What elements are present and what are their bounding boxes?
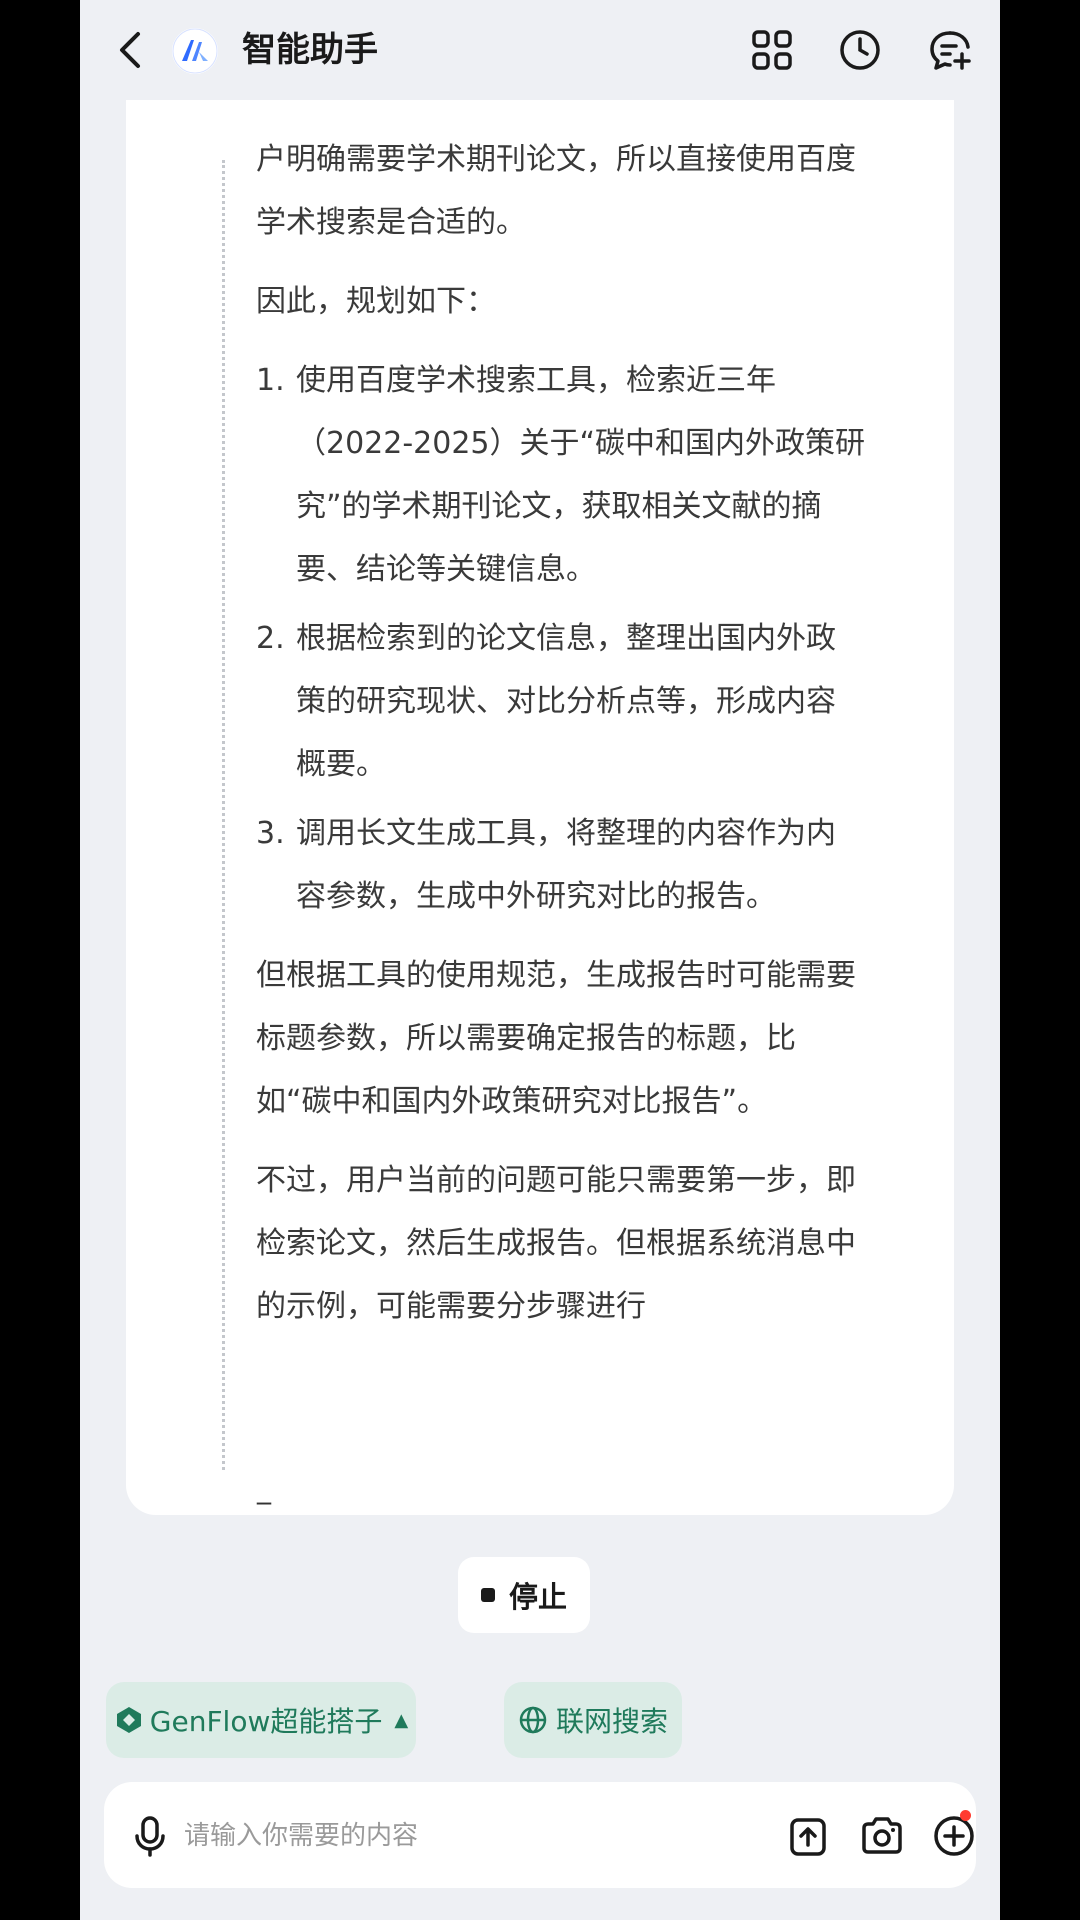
step-line: 策的研究现状、对比分析点等，形成内容 <box>296 684 836 719</box>
page-title: 智能助手 <box>242 30 378 70</box>
step-line: 概要。 <box>296 747 386 782</box>
list-item: 1. 使用百度学术搜索工具，检索近三年 （2022-2025）关于“碳中和国内外… <box>256 349 1000 601</box>
app-screen: 户明确需要学术期刊论文，所以直接使用百度 学术搜索是合适的。 因此，规划如下： … <box>80 0 1000 1920</box>
genflow-icon <box>116 1707 141 1733</box>
plan-heading: 因此，规划如下： <box>256 284 496 319</box>
genflow-chip[interactable]: GenFlow超能搭子 ▲ <box>106 1682 416 1758</box>
voice-input-button[interactable] <box>126 1812 174 1860</box>
history-clock-icon <box>840 30 880 70</box>
genflow-label: GenFlow超能搭子 <box>149 1705 383 1738</box>
para3-line: 不过，用户当前的问题可能只需要第一步，即 <box>256 1163 856 1198</box>
microphone-icon <box>135 1816 165 1857</box>
caret-up-icon: ▲ <box>394 1709 409 1731</box>
para3-line: 检索论文，然后生成报告。但根据系统消息中 <box>256 1226 856 1261</box>
apps-grid-icon <box>752 30 792 70</box>
stop-button[interactable]: 停止 <box>458 1557 590 1633</box>
thinking-thread-line <box>222 160 225 1470</box>
history-button[interactable] <box>836 26 884 74</box>
para3-line: 的示例，可能需要分步骤进行 <box>256 1289 646 1324</box>
new-chat-button[interactable] <box>926 26 974 74</box>
new-chat-icon <box>930 31 971 70</box>
intro-line: 户明确需要学术期刊论文，所以直接使用百度 <box>256 142 856 177</box>
apps-button[interactable] <box>748 26 796 74</box>
intro-line: 学术搜索是合适的。 <box>256 205 526 240</box>
para2-line: 但根据工具的使用规范，生成报告时可能需要 <box>256 958 856 993</box>
assistant-message-card: 户明确需要学术期刊论文，所以直接使用百度 学术搜索是合适的。 因此，规划如下： … <box>126 60 954 1515</box>
step-number: 1. <box>256 363 285 398</box>
web-search-chip[interactable]: 联网搜索 <box>504 1682 682 1758</box>
camera-icon <box>862 1817 902 1854</box>
more-button[interactable] <box>930 1812 978 1860</box>
stop-label: 停止 <box>508 1580 567 1614</box>
step-line: 究”的学术期刊论文，获取相关文献的摘 <box>296 489 822 524</box>
step-line: 调用长文生成工具，将整理的内容作为内 <box>296 816 836 851</box>
step-number: 2. <box>256 621 285 656</box>
step-line: 要、结论等关键信息。 <box>296 552 596 587</box>
back-icon <box>120 32 140 68</box>
assistant-logo-icon <box>172 28 218 74</box>
top-bar: 智能助手 <box>80 0 1000 100</box>
plan-steps: 1. 使用百度学术搜索工具，检索近三年 （2022-2025）关于“碳中和国内外… <box>256 349 1000 928</box>
upload-button[interactable] <box>784 1812 832 1860</box>
list-item: 3. 调用长文生成工具，将整理的内容作为内 容参数，生成中外研究对比的报告。 <box>256 802 1000 928</box>
typing-cursor: _ <box>257 1472 271 1505</box>
notification-dot <box>960 1810 971 1821</box>
step-line: 根据检索到的论文信息，整理出国内外政 <box>296 621 836 656</box>
web-search-label: 联网搜索 <box>555 1705 668 1738</box>
camera-button[interactable] <box>858 1812 906 1860</box>
step-line: （2022-2025）关于“碳中和国内外政策研 <box>296 426 866 461</box>
stop-icon <box>480 1588 495 1602</box>
globe-icon <box>519 1706 547 1734</box>
message-input-bar: 请输入你需要的内容 <box>104 1782 976 1888</box>
message-input[interactable]: 请输入你需要的内容 <box>184 1816 418 1856</box>
back-button[interactable] <box>108 26 156 74</box>
message-content: 户明确需要学术期刊论文，所以直接使用百度 学术搜索是合适的。 因此，规划如下： … <box>256 128 1000 1338</box>
para2-line: 如“碳中和国内外政策研究对比报告”。 <box>256 1084 768 1119</box>
step-line: 使用百度学术搜索工具，检索近三年 <box>296 363 776 398</box>
list-item: 2. 根据检索到的论文信息，整理出国内外政 策的研究现状、对比分析点等，形成内容… <box>256 607 1000 796</box>
step-number: 3. <box>256 816 285 851</box>
plus-icon <box>934 1816 974 1856</box>
step-line: 容参数，生成中外研究对比的报告。 <box>296 879 776 914</box>
para2-line: 标题参数，所以需要确定报告的标题，比 <box>256 1021 796 1056</box>
upload-icon <box>790 1818 826 1856</box>
